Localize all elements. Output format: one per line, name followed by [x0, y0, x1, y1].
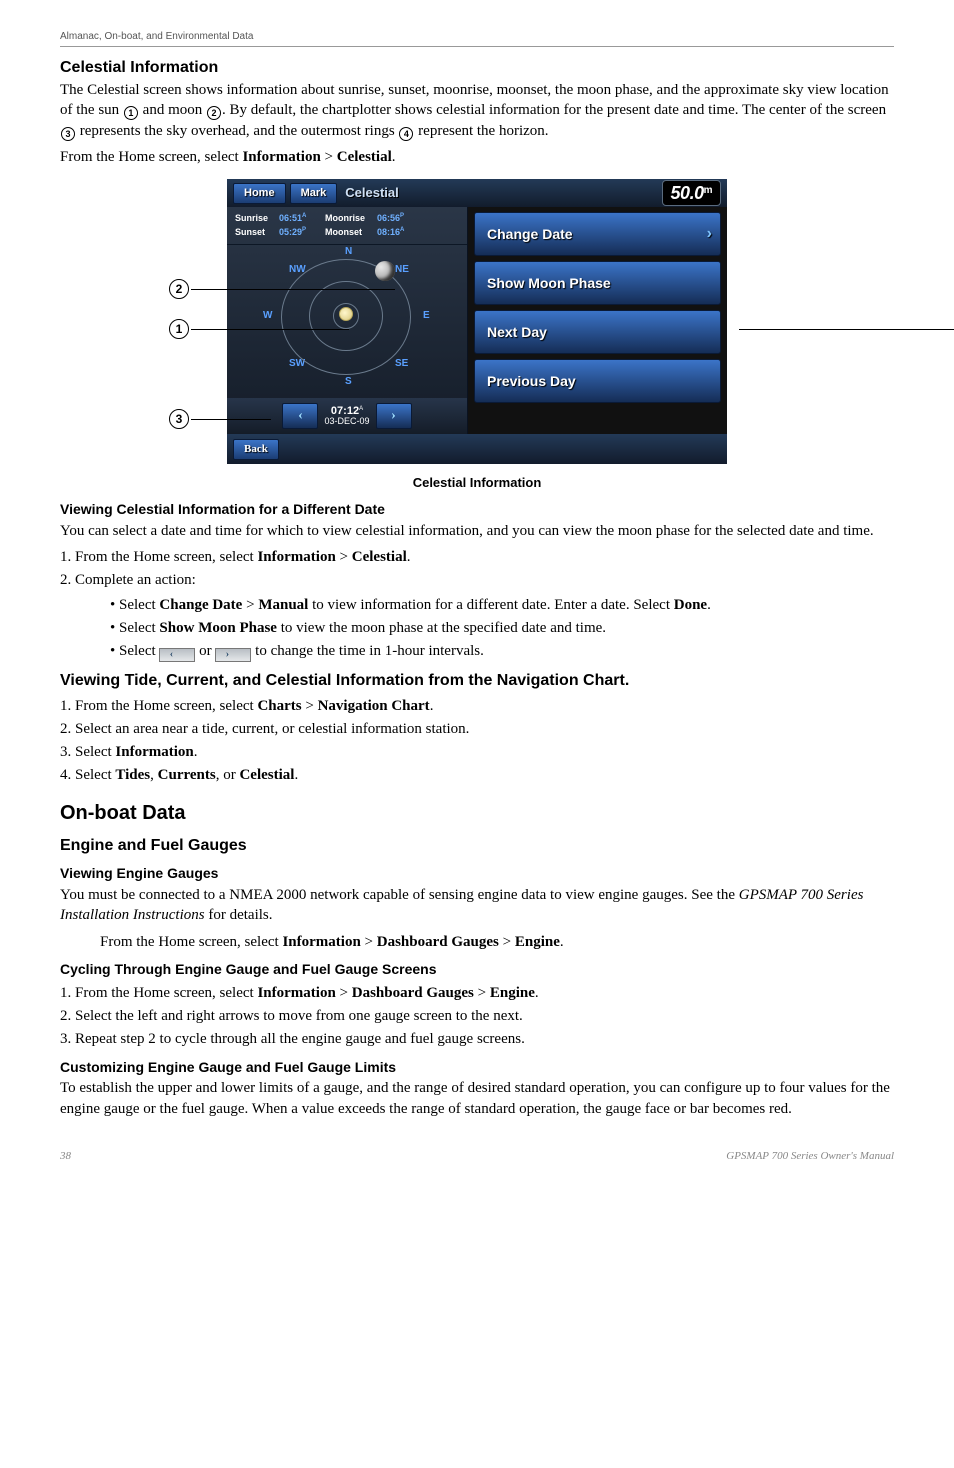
step-2: 2. Select an area near a tide, current, …	[60, 719, 894, 739]
step-1: 1. From the Home screen, select Informat…	[60, 547, 894, 567]
depth-readout: 50.0m	[662, 180, 721, 206]
heading-from-nav-chart: Viewing Tide, Current, and Celestial Inf…	[60, 670, 894, 692]
change-date-button[interactable]: Change Date›	[474, 212, 721, 256]
compass-se: SE	[395, 357, 408, 371]
steps-different-date: 1. From the Home screen, select Informat…	[60, 547, 894, 591]
sunrise-label: Sunrise	[235, 212, 277, 224]
footer-title: GPSMAP 700 Series Owner's Manual	[726, 1149, 894, 1164]
callout-4: 4	[741, 319, 954, 339]
text: represent the horizon.	[418, 123, 548, 139]
times-row: Sunrise 06:51A Moonrise 06:56P Sunset 05…	[227, 207, 467, 245]
titlebar: Home Mark Celestial 50.0m	[227, 179, 727, 207]
sun-icon	[339, 307, 353, 321]
moon-icon	[375, 261, 395, 281]
screen-title: Celestial	[345, 184, 398, 202]
text: From the Home screen, select	[60, 149, 242, 165]
compass-n: N	[345, 245, 352, 259]
path-information: Information	[242, 149, 320, 165]
heading-different-date: Viewing Celestial Information for a Diff…	[60, 500, 894, 519]
bullet-arrows: Select ‹ or › to change the time in 1-ho…	[110, 641, 894, 662]
heading-view-engine: Viewing Engine Gauges	[60, 864, 894, 883]
callout-3-icon: 3	[61, 127, 75, 141]
next-day-button[interactable]: Next Day	[474, 310, 721, 354]
callout-1: 1	[169, 319, 189, 339]
callout-1-icon: 1	[124, 106, 138, 120]
bullet-moon-phase: Select Show Moon Phase to view the moon …	[110, 618, 894, 638]
device-screenshot: Home Mark Celestial 50.0m Sunrise 06:51A…	[227, 179, 727, 464]
right-arrow-icon: ›	[215, 648, 251, 662]
text: represents the sky overhead, and the out…	[80, 123, 395, 139]
bottombar: Back	[227, 434, 727, 464]
moonset-label: Moonset	[325, 226, 375, 238]
moonrise-value: 06:56P	[377, 212, 417, 224]
step-3: 3. Select Information.	[60, 742, 894, 762]
previous-day-button[interactable]: Previous Day	[474, 359, 721, 403]
heading-customizing: Customizing Engine Gauge and Fuel Gauge …	[60, 1058, 894, 1077]
prev-hour-button[interactable]: ‹	[282, 403, 318, 429]
step-2: 2. Select the left and right arrows to m…	[60, 1006, 894, 1026]
bullets-actions: Select Change Date > Manual to view info…	[60, 595, 894, 663]
text: and moon	[143, 102, 203, 118]
para-nav-path: From the Home screen, select Information…	[60, 147, 894, 167]
sunset-value: 05:29P	[279, 226, 323, 238]
para-nmea: You must be connected to a NMEA 2000 net…	[60, 885, 894, 926]
compass-ne: NE	[395, 263, 409, 277]
moonset-value: 08:16A	[377, 226, 417, 238]
mark-button[interactable]: Mark	[290, 183, 338, 204]
next-hour-button[interactable]: ›	[376, 403, 412, 429]
heading-celestial-info: Celestial Information	[60, 57, 894, 79]
figure-caption: Celestial Information	[60, 474, 894, 492]
page-footer: 38 GPSMAP 700 Series Owner's Manual	[60, 1149, 894, 1164]
step-4: 4. Select Tides, Currents, or Celestial.	[60, 765, 894, 785]
steps-cycling: 1. From the Home screen, select Informat…	[60, 983, 894, 1050]
chevron-right-icon: ›	[707, 223, 712, 245]
heading-onboat-data: On-boat Data	[60, 800, 894, 827]
home-button[interactable]: Home	[233, 183, 286, 204]
callout-4-icon: 4	[399, 127, 413, 141]
bullet-change-date: Select Change Date > Manual to view info…	[110, 595, 894, 615]
para-customizing: To establish the upper and lower limits …	[60, 1078, 894, 1119]
time-display: 07:12A03-DEC-09	[324, 405, 369, 427]
step-2: 2. Complete an action:	[60, 570, 894, 590]
compass-s: S	[345, 375, 352, 389]
sunset-label: Sunset	[235, 226, 277, 238]
compass-e: E	[423, 309, 430, 323]
moonrise-label: Moonrise	[325, 212, 375, 224]
figure-celestial: Home Mark Celestial 50.0m Sunrise 06:51A…	[60, 179, 894, 492]
callout-2-icon: 2	[207, 106, 221, 120]
para-engine-path: From the Home screen, select Information…	[60, 932, 894, 952]
compass-w: W	[263, 309, 272, 323]
text: . By default, the chartplotter shows cel…	[222, 102, 886, 118]
sunrise-value: 06:51A	[279, 212, 323, 224]
step-1: 1. From the Home screen, select Charts >…	[60, 696, 894, 716]
menu-panel: Change Date› Show Moon Phase Next Day Pr…	[467, 207, 727, 434]
path-celestial: Celestial	[337, 149, 392, 165]
time-nav-row: ‹ 07:12A03-DEC-09 ›	[227, 398, 467, 434]
sky-view: N NE E SE S SW W NW	[237, 249, 457, 399]
left-arrow-icon: ‹	[159, 648, 195, 662]
running-header: Almanac, On-boat, and Environmental Data	[60, 30, 894, 47]
steps-nav-chart: 1. From the Home screen, select Charts >…	[60, 696, 894, 786]
sky-panel: Sunrise 06:51A Moonrise 06:56P Sunset 05…	[227, 207, 467, 434]
para-celestial-intro: The Celestial screen shows information a…	[60, 80, 894, 141]
para-different-date: You can select a date and time for which…	[60, 521, 894, 541]
callout-2: 2	[169, 279, 189, 299]
heading-cycling: Cycling Through Engine Gauge and Fuel Ga…	[60, 960, 894, 979]
heading-engine-fuel: Engine and Fuel Gauges	[60, 835, 894, 857]
show-moon-phase-button[interactable]: Show Moon Phase	[474, 261, 721, 305]
step-1: 1. From the Home screen, select Informat…	[60, 983, 894, 1003]
step-3: 3. Repeat step 2 to cycle through all th…	[60, 1029, 894, 1049]
callout-3: 3	[169, 409, 189, 429]
page-number: 38	[60, 1149, 71, 1164]
back-button[interactable]: Back	[233, 439, 279, 460]
